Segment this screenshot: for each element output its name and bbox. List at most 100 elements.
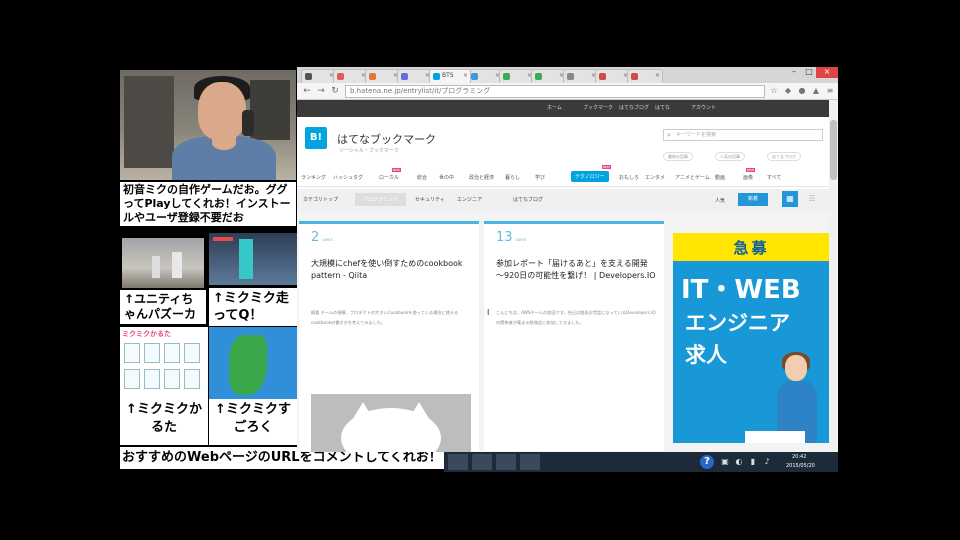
global-bar-link[interactable]: ホーム (547, 104, 562, 111)
category-tab[interactable]: 暮らし (505, 174, 520, 181)
category-tab[interactable]: 政治と経済 (469, 174, 494, 181)
clock-date[interactable]: 2015/05/20 (786, 463, 815, 469)
sort-label: 人気 (715, 198, 726, 204)
category-tab[interactable]: 総合 (417, 174, 427, 181)
webcam-feed (120, 70, 296, 180)
extension-icon[interactable]: ▲ (811, 86, 821, 96)
quick-filter-pill[interactable]: 最新の記事 (663, 152, 693, 161)
category-label: ランキング (301, 175, 326, 181)
global-bar-link[interactable]: ブックマーク (583, 104, 613, 111)
browser-tab[interactable]: × (333, 69, 369, 83)
back-arrow-icon[interactable]: ← (301, 85, 313, 97)
tab-close-icon[interactable]: × (463, 70, 468, 82)
entry-title[interactable]: 参加レポート「届けるあと」を支える開発 〜920日の可能性を繋げ！ | Deve… (496, 258, 656, 282)
clock-time[interactable]: 20:42 (792, 454, 806, 460)
hatena-bookmark-logo[interactable]: B! (305, 127, 327, 149)
extension-icon[interactable]: ◆ (783, 86, 793, 96)
ad-footer-strip (745, 431, 805, 443)
job-ad-banner[interactable]: 急募 IT・WEB エンジニア 求人 (673, 233, 830, 443)
site-title[interactable]: はてなブックマーク (337, 131, 436, 147)
search-icon: ⌕ (667, 131, 671, 139)
list-view-icon[interactable]: ☰ (804, 191, 820, 207)
quick-filter-pill[interactable]: 人気の記事 (715, 152, 745, 161)
maximize-icon[interactable]: □ (802, 67, 816, 78)
menu-icon[interactable]: ≡ (825, 86, 835, 96)
taskbar-app-icon[interactable] (496, 454, 516, 470)
category-tab[interactable]: すべて (767, 174, 781, 181)
browser-tab[interactable]: BTS × (429, 69, 471, 83)
game-caption-unity: ↑ユニティちゃんパズーカ (120, 290, 206, 324)
game-caption-sugoroku: ↑ミクミクすごろく (209, 399, 297, 445)
help-icon[interactable]: ? (700, 455, 714, 469)
game-character-figure (172, 252, 182, 278)
quick-filter-pill[interactable]: はてなブログ (767, 152, 801, 161)
browser-tab[interactable]: × (397, 69, 433, 83)
scrollbar-thumb[interactable] (830, 120, 837, 180)
category-tab[interactable]: 動画 (715, 174, 725, 181)
category-tab[interactable]: エンタメ (645, 174, 665, 181)
volume-icon[interactable]: ♪ (762, 457, 772, 467)
entry-card[interactable]: 2 users 大規模にchefを使い倒すためのcookbook pattern … (299, 221, 479, 452)
category-tab[interactable]: ランキング (301, 174, 326, 181)
subcategory-tab[interactable]: カテゴリトップ (303, 196, 338, 203)
tab-strip: × × × × BTS × × × × × × × (297, 67, 838, 83)
close-icon[interactable]: × (816, 67, 838, 78)
category-tab[interactable]: 世の中 (439, 174, 454, 181)
category-tab[interactable]: 画像 NEW (743, 168, 756, 181)
search-input[interactable]: ⌕ キーワードを検索 (663, 129, 823, 141)
game-thumbnail-run (209, 233, 297, 285)
forward-arrow-icon[interactable]: → (315, 85, 327, 97)
category-label: ローカル (379, 175, 400, 181)
tab-favicon-icon (631, 73, 638, 80)
entry-thumbnail[interactable] (311, 394, 471, 452)
star-icon[interactable]: ☆ (769, 86, 779, 96)
taskbar-app-icon[interactable] (448, 454, 468, 470)
global-bar-link[interactable]: アカウント (691, 104, 716, 111)
bookmark-count[interactable]: 2 users (311, 230, 333, 245)
browser-tab[interactable]: × (467, 69, 503, 83)
subcategory-tab[interactable]: プログラミング (355, 193, 407, 206)
subcategory-tab[interactable]: エンジニア (457, 196, 482, 203)
minimize-icon[interactable]: – (787, 67, 801, 78)
category-tab[interactable]: おもしろ (619, 174, 639, 181)
entry-title[interactable]: 大規模にchefを使い倒すためのcookbook pattern - Qiita (311, 258, 471, 282)
global-bar-link[interactable]: はてなブログ (619, 104, 649, 111)
global-bar-link[interactable]: はてな (655, 104, 670, 111)
category-tab[interactable]: 学び (535, 174, 545, 181)
category-tab[interactable]: ローカル NEW (379, 168, 402, 181)
subcategory-tab[interactable]: セキュリティ (415, 196, 445, 203)
karuta-card (164, 369, 180, 389)
entry-card[interactable]: 13 users 参加レポート「届けるあと」を支える開発 〜920日の可能性を繋げ… (484, 221, 664, 451)
subcategory-tab[interactable]: はてなブログ (513, 196, 543, 203)
karuta-card (124, 369, 140, 389)
search-placeholder: キーワードを検索 (676, 132, 717, 138)
new-badge: NEW (601, 165, 611, 169)
taskbar-app-icon[interactable] (472, 454, 492, 470)
reload-icon[interactable]: ↻ (329, 85, 341, 97)
game-thumbnail-sugoroku (209, 327, 297, 399)
browser-tab[interactable]: × (563, 69, 599, 83)
address-bar[interactable]: b.hatena.ne.jp/entrylist/it/プログラミング (345, 85, 765, 98)
taskbar-app-icon[interactable] (520, 454, 540, 470)
browser-tab[interactable]: × (595, 69, 631, 83)
browser-tab[interactable]: × (627, 69, 663, 83)
extension-icon[interactable]: ● (797, 86, 807, 96)
category-label: ハッシュタグ (333, 175, 364, 181)
tab-close-icon[interactable]: × (655, 70, 660, 82)
game-thumbnail-karuta: ミクミクかるた (120, 327, 208, 399)
network-icon[interactable]: ▮ (748, 457, 758, 467)
grid-view-icon[interactable]: ▦ (782, 191, 798, 207)
browser-tab[interactable]: × (301, 69, 337, 83)
tray-icon[interactable]: ▣ (720, 457, 730, 467)
page-scrollbar[interactable] (829, 100, 838, 452)
tab-favicon-icon (401, 73, 408, 80)
bookmark-count[interactable]: 13 users (496, 230, 526, 245)
browser-tab[interactable]: × (531, 69, 567, 83)
category-tab[interactable]: アニメとゲーム (675, 174, 710, 181)
browser-tab[interactable]: × (365, 69, 401, 83)
new-button[interactable]: 新着 (738, 193, 768, 206)
browser-tab[interactable]: × (499, 69, 535, 83)
category-tab[interactable]: テクノロジー NEW (571, 165, 611, 182)
tray-icon[interactable]: ◐ (734, 457, 744, 467)
category-tab[interactable]: ハッシュタグ (333, 174, 363, 181)
